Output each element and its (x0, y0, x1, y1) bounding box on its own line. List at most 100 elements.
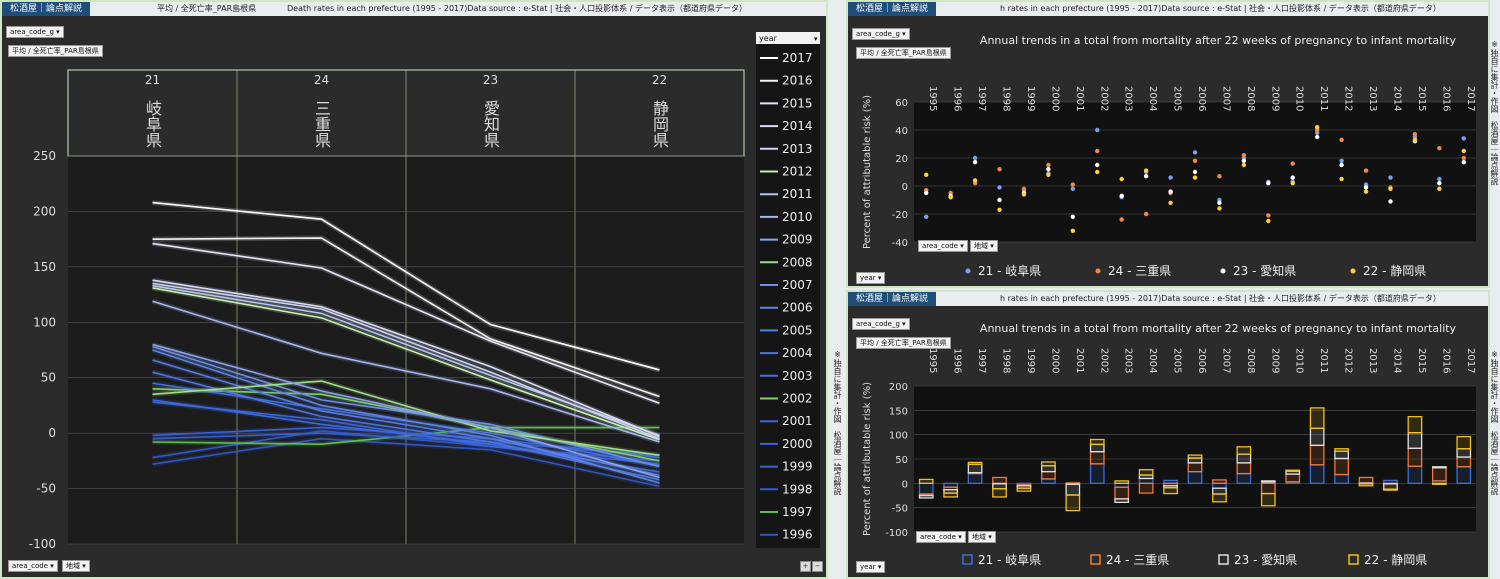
right-top-panel: 松酒屋｜論点解説 h rates in each prefecture (199… (846, 0, 1490, 288)
right-top-header: 松酒屋｜論点解説 h rates in each prefecture (199… (848, 2, 1488, 16)
scatter-point (997, 207, 1002, 212)
line-chart: -100 -50 0 50 100 150 200 250 21 岐阜県 24 三重県 23 愛知県 22 静… (29, 32, 820, 548)
scatter-point (1266, 213, 1271, 218)
zoom-out-button[interactable]: − (812, 561, 823, 572)
scatter-point (1241, 153, 1247, 158)
stacked-bar-segment (1089, 451, 1105, 465)
x-tick-label: 1999 (1025, 86, 1036, 111)
area-code-filter[interactable]: area_code ▾ (918, 240, 968, 252)
scatter-point (1143, 174, 1149, 179)
x-tick-label: 2015 (1416, 348, 1427, 373)
stacked-bar-segment (1114, 480, 1130, 484)
stacked-bar-segment (918, 482, 934, 495)
stacked-bar-segment (1236, 472, 1252, 484)
scatter-point (997, 185, 1002, 190)
scatter-point (997, 197, 1002, 203)
stacked-bar-segment (1358, 476, 1374, 484)
legend-item-label: 2000 (782, 437, 813, 451)
stacked-bar-segment (1260, 482, 1276, 495)
scatter-point (997, 167, 1002, 172)
scatter-point (1119, 217, 1124, 222)
legend-swatch (1350, 268, 1356, 274)
stacked-bar-segment (1260, 480, 1276, 483)
area-code-filter[interactable]: area_code ▾ (8, 560, 58, 572)
stacked-bar-segment (1163, 487, 1178, 495)
stacked-bar-segment (1334, 450, 1349, 460)
legend-item-label: 21 - 岐阜県 (978, 264, 1041, 278)
area-code-g-filter[interactable]: area_code_g ▾ (852, 28, 910, 40)
x-tick-label: 2016 (1440, 86, 1451, 111)
scatter-point (1437, 181, 1442, 186)
x-tick-label: 2005 (1172, 86, 1183, 111)
year-filter[interactable]: year ▾ (856, 272, 886, 284)
legend-swatch (1218, 554, 1229, 565)
stacked-bar-segment (1138, 477, 1154, 484)
y-tick-label: 60 (895, 98, 908, 109)
stacked-bar-segment (967, 461, 983, 466)
stacked-bar-segment (943, 492, 959, 498)
stacked-bar-segment (1089, 463, 1105, 484)
category-name-label: 愛知県 (481, 100, 500, 148)
scatter-point (1461, 155, 1466, 161)
y-tick-label: -100 (29, 537, 56, 548)
category-code-label: 22 (652, 73, 667, 87)
region-filter[interactable]: 地域 ▾ (970, 240, 998, 252)
legend-item-label: 21 - 岐阜県 (978, 553, 1041, 567)
left-panel: 松酒屋｜論点解説 平均 / 全死亡率_PAR島根県 Death rates in… (0, 0, 828, 579)
x-tick-label: 2013 (1367, 86, 1378, 111)
x-tick-label: 2003 (1123, 348, 1134, 373)
legend-item-label: 22 - 静岡県 (1363, 264, 1426, 278)
scatter-point (1363, 185, 1369, 190)
scatter-point (1143, 168, 1149, 173)
year-filter[interactable]: year ▾ (856, 561, 886, 573)
x-tick-label: 2016 (1440, 348, 1451, 373)
stacked-bar-segment (967, 463, 983, 474)
area-code-filter[interactable]: area_code ▾ (916, 531, 966, 543)
region-filter[interactable]: 地域 ▾ (968, 531, 996, 543)
stacked-bar-segment (1065, 483, 1081, 496)
stacked-bar-segment (1456, 435, 1472, 450)
scatter-point (1412, 132, 1418, 137)
x-tick-label: 2004 (1147, 348, 1158, 373)
scatter-point (972, 160, 978, 165)
scatter-point (948, 195, 953, 200)
scatter-point (1388, 199, 1393, 204)
legend-item-label: 2013 (782, 142, 813, 156)
y-tick-label: -50 (892, 504, 908, 515)
x-tick-label: 2008 (1245, 86, 1256, 111)
chart-title: Annual trends in a total from mortality … (980, 34, 1457, 47)
x-tick-label: 2001 (1074, 348, 1085, 373)
side-note-right-bottom: ※独自に集計・作図 松酒屋｜論点解説 (1490, 350, 1499, 495)
scatter-point (1461, 136, 1466, 141)
scatter-point (1217, 174, 1222, 179)
stacked-bar-segment (1407, 447, 1423, 467)
right-bottom-header: 松酒屋｜論点解説 h rates in each prefecture (199… (848, 292, 1488, 306)
stacked-bar-segment (1187, 462, 1203, 473)
stacked-bar-segment (1212, 493, 1227, 503)
scatter-point (1192, 169, 1198, 175)
zoom-in-button[interactable]: + (800, 561, 811, 572)
y-tick-label: 100 (889, 431, 908, 442)
x-tick-label: 1996 (952, 348, 963, 373)
legend-item-label: 2008 (782, 255, 813, 269)
scatter-point (924, 214, 929, 219)
y-tick-label: 150 (889, 406, 908, 417)
area-code-g-filter[interactable]: area_code_g ▾ (852, 318, 910, 330)
legend-item-label: 2012 (782, 165, 813, 179)
stacked-bar-segment (992, 488, 1007, 498)
region-filter[interactable]: 地域 ▾ (62, 560, 90, 572)
scatter-point (1388, 186, 1393, 191)
legend-item-label: 2010 (782, 210, 813, 224)
stacked-bar-segment (1114, 498, 1130, 503)
scatter-point (1314, 134, 1320, 140)
stacked-bar-segment (992, 483, 1007, 490)
stacked-bar-segment (1065, 494, 1081, 512)
x-tick-label: 1996 (952, 86, 963, 111)
category-code-label: 23 (483, 73, 498, 87)
avg-measure-chip[interactable]: 平均 / 全死亡率_PAR島根県 (856, 337, 951, 349)
legend-item-label: 2004 (782, 346, 813, 360)
avg-measure-chip[interactable]: 平均 / 全死亡率_PAR島根県 (856, 47, 951, 59)
scatter-point (1095, 162, 1100, 168)
scatter-point (1412, 137, 1418, 142)
year-label: year (860, 274, 876, 282)
